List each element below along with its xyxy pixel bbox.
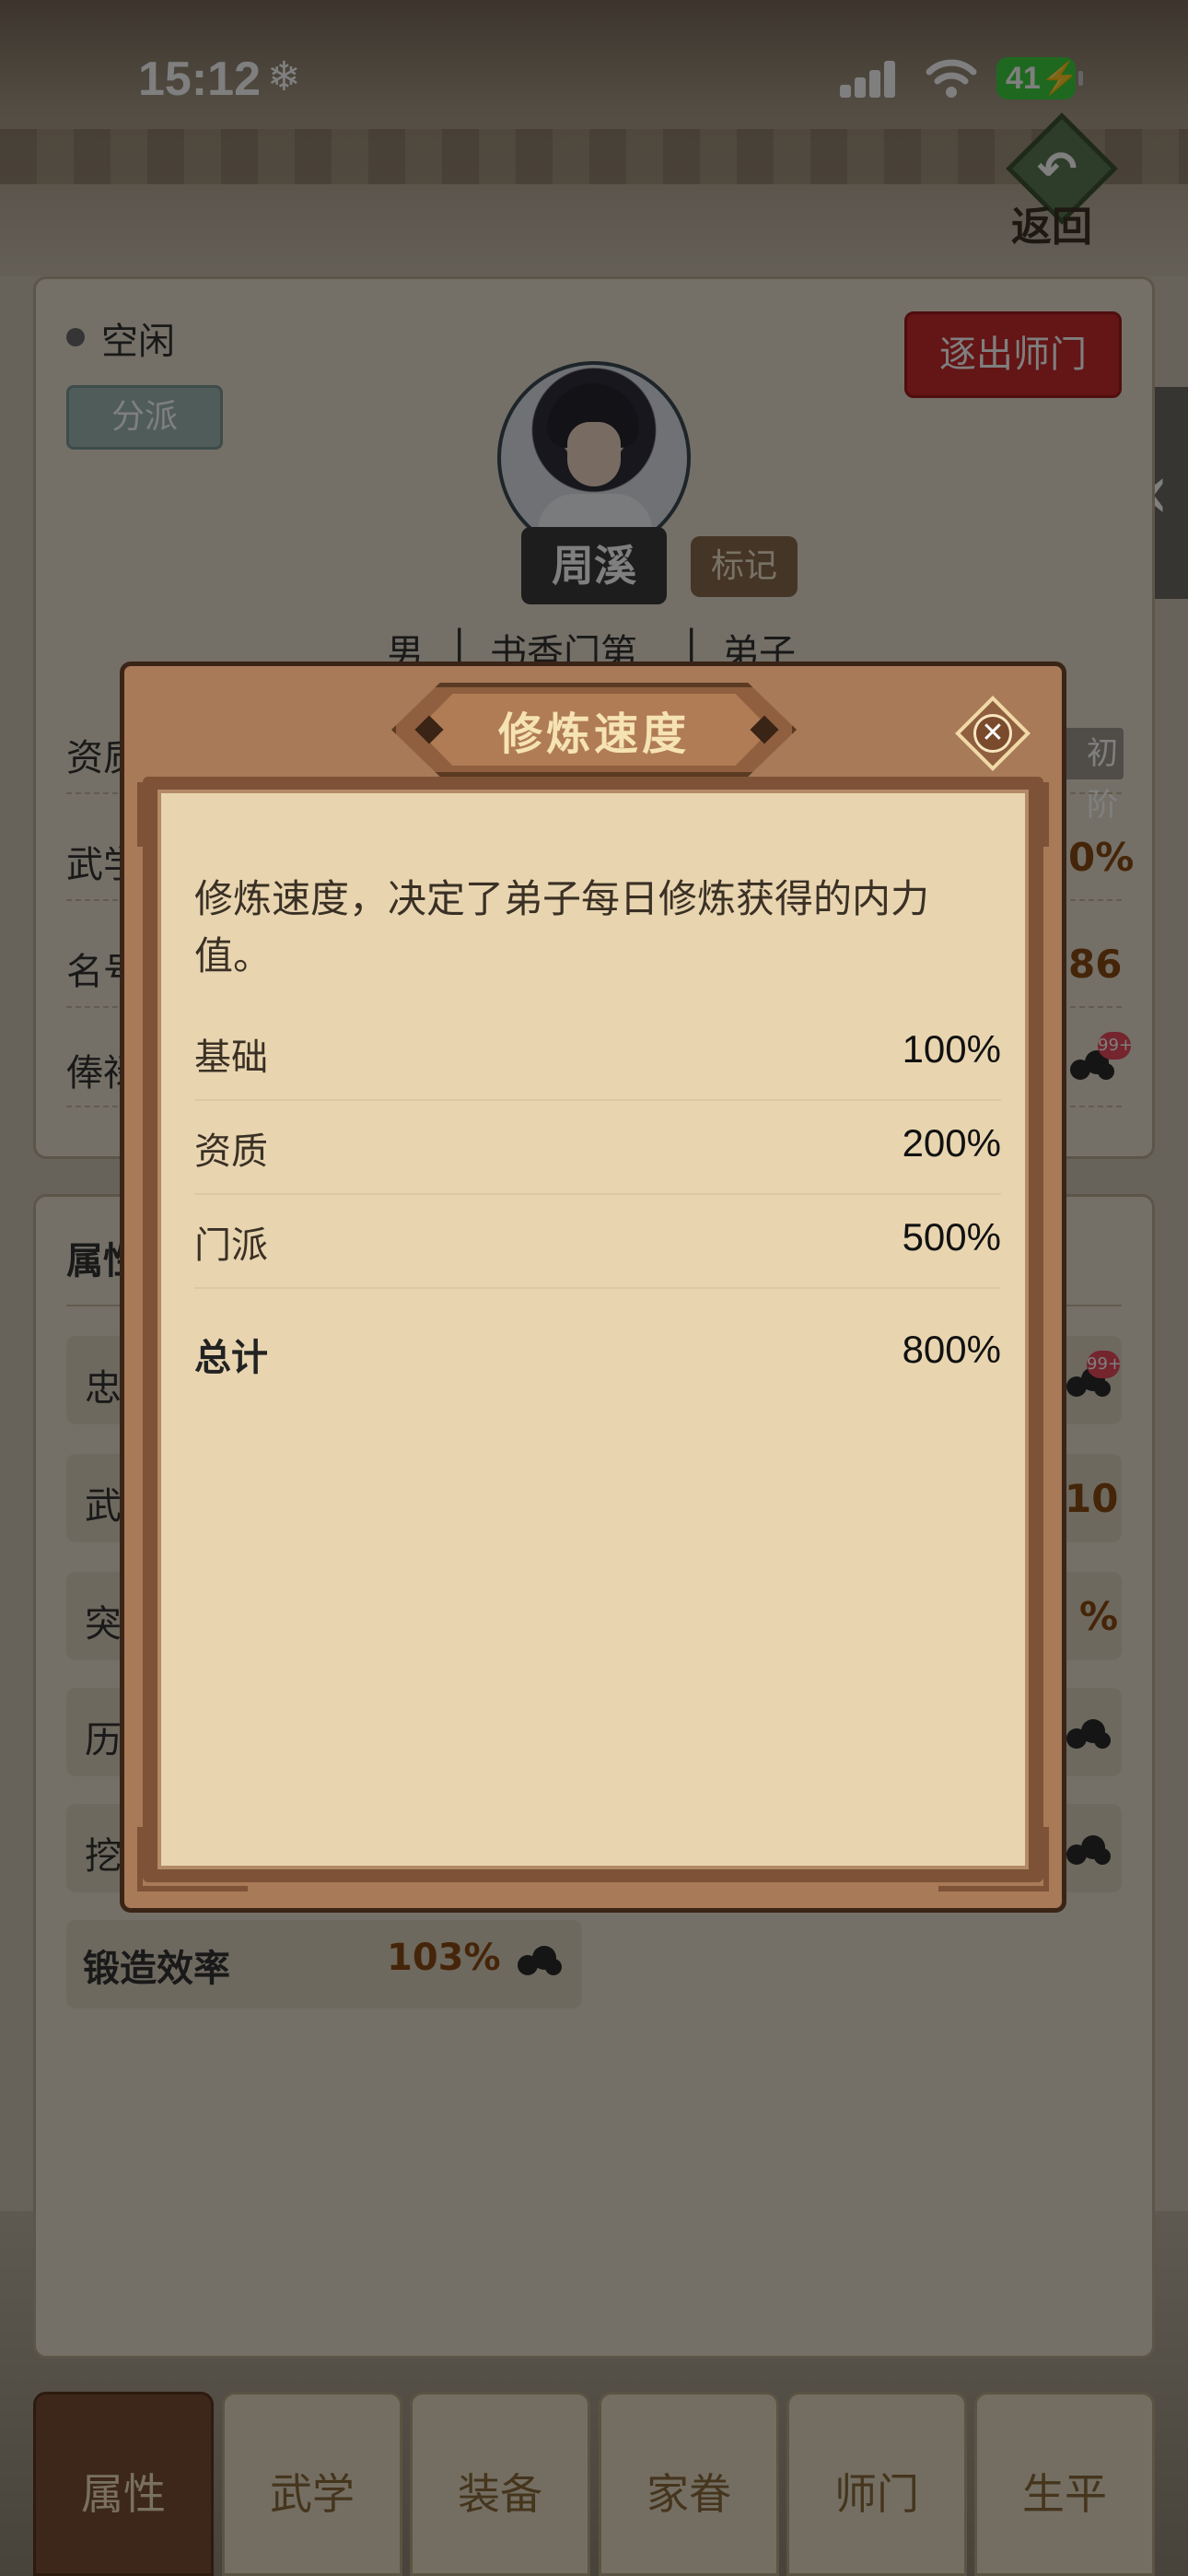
row-label: 资质 <box>194 1130 268 1173</box>
cultivation-speed-dialog: 修炼速度 ✕ 修炼速度，决定了弟子每日修炼获得的内力值。 基础 100% 资质 … <box>120 662 1066 1913</box>
close-icon: ✕ <box>973 714 1012 753</box>
speed-row-sect: 门派 500% <box>194 1195 1001 1289</box>
close-button[interactable]: ✕ <box>951 692 1034 775</box>
speed-row-aptitude: 资质 200% <box>194 1101 1001 1195</box>
row-value: 200% <box>902 1121 1001 1165</box>
speed-row-base: 基础 100% <box>194 1007 1001 1101</box>
dialog-title: 修炼速度 <box>497 708 690 760</box>
total-value: 800% <box>902 1328 1001 1371</box>
speed-row-total: 总计 800% <box>194 1307 1001 1399</box>
total-label: 总计 <box>194 1337 268 1379</box>
dialog-description: 修炼速度，决定了弟子每日修炼获得的内力值。 <box>194 876 930 978</box>
row-label: 基础 <box>194 1036 268 1079</box>
row-label: 门派 <box>194 1224 268 1267</box>
row-value: 100% <box>902 1027 1001 1071</box>
row-value: 500% <box>902 1215 1001 1259</box>
